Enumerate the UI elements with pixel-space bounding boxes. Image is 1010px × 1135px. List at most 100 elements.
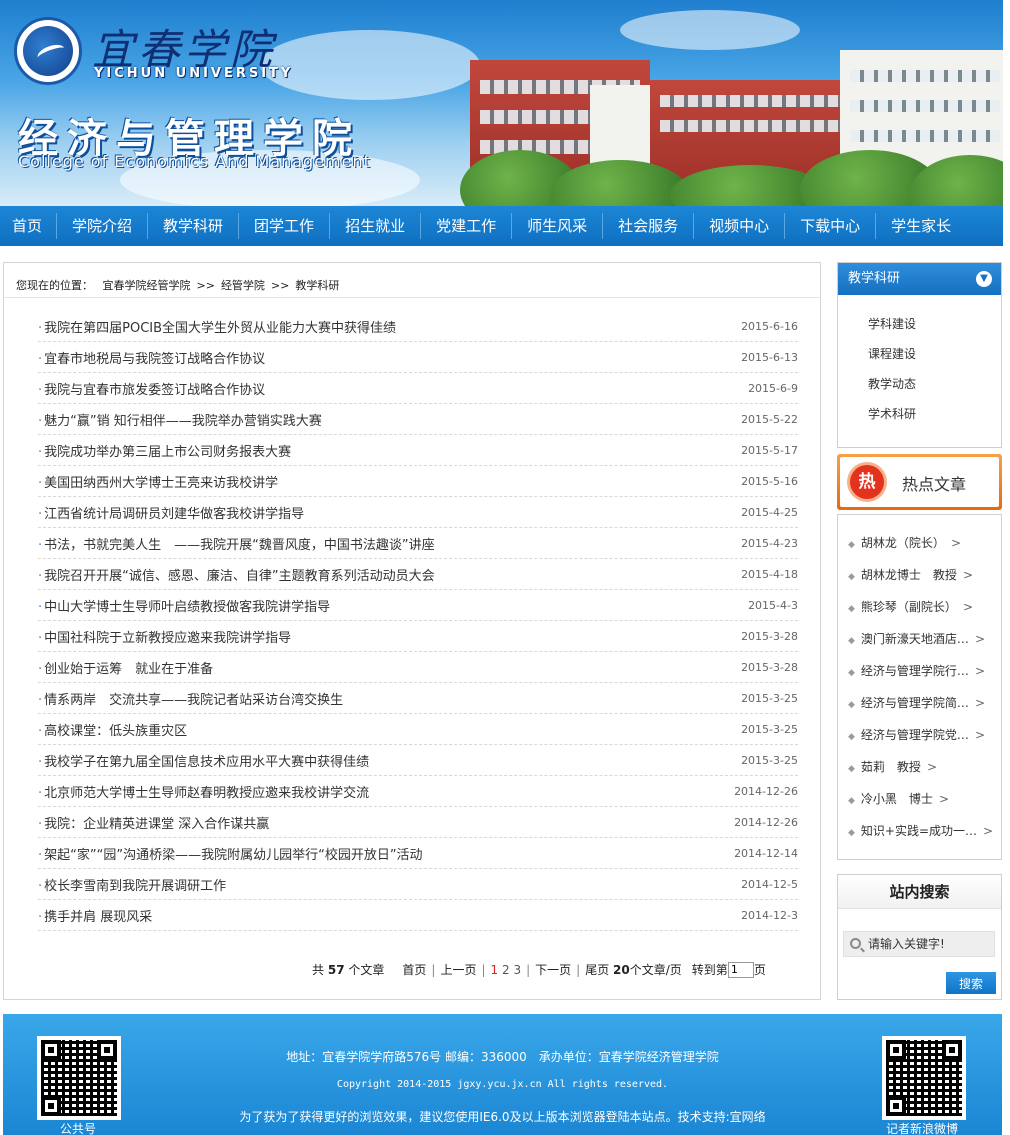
- list-item: 江西省统计局调研员刘建华做客我校讲学指导 2015-4-25: [38, 497, 798, 528]
- article-date: 2014-12-3: [741, 908, 798, 922]
- category-link[interactable]: 课程建设: [838, 339, 1001, 369]
- hot-article-item[interactable]: ◆ 胡林龙博士 教授 >: [838, 559, 1001, 591]
- article-link[interactable]: 我院：企业精英进课堂 深入合作谋共赢: [38, 813, 269, 832]
- site-search-panel: 站内搜索 搜索: [837, 874, 1002, 1000]
- breadcrumb-link-college[interactable]: 经管学院: [221, 279, 265, 292]
- nav-item-admission-employment[interactable]: 招生就业: [330, 206, 420, 246]
- article-date: 2015-4-3: [748, 598, 798, 612]
- article-link[interactable]: 我院与宜春市旅发委签订战略合作协议: [38, 379, 265, 398]
- hot-article-link[interactable]: 熊珍琴（副院长）: [861, 600, 957, 614]
- article-link[interactable]: 高校课堂：低头族重灾区: [38, 720, 187, 739]
- hot-badge-icon: 热: [850, 465, 884, 499]
- article-link[interactable]: 我校学子在第九届全国信息技术应用水平大赛中获得佳绩: [38, 751, 369, 770]
- nav-item-party-building[interactable]: 党建工作: [421, 206, 511, 246]
- university-logo-icon[interactable]: [14, 17, 82, 85]
- chevron-right-icon: >: [974, 728, 985, 742]
- nav-item-video-center[interactable]: 视频中心: [694, 206, 784, 246]
- article-link[interactable]: 架起“家”“园”沟通桥梁——我院附属幼儿园举行“校园开放日”活动: [38, 844, 422, 863]
- category-link[interactable]: 学术科研: [838, 399, 1001, 429]
- bullet-icon: ◆: [848, 636, 855, 646]
- pager-total-prefix: 共: [312, 963, 325, 977]
- hot-article-item[interactable]: ◆ 经济与管理学院党… >: [838, 719, 1001, 751]
- article-link[interactable]: 我院在第四届POCIB全国大学生外贸从业能力大赛中获得佳绩: [38, 317, 396, 336]
- nav-item-parents[interactable]: 学生家长: [876, 206, 966, 246]
- article-link[interactable]: 中山大学博士生导师叶启绩教授做客我院讲学指导: [38, 596, 330, 615]
- hot-article-item[interactable]: ◆ 冷小黑 博士 >: [838, 783, 1001, 815]
- category-link[interactable]: 教学动态: [838, 369, 1001, 399]
- article-link[interactable]: 我院召开开展“诚信、感恩、廉洁、自律”主题教育系列活动动员大会: [38, 565, 434, 584]
- article-link[interactable]: 宜春市地税局与我院签订战略合作协议: [38, 348, 265, 367]
- article-link[interactable]: 魅力“赢”销 知行相伴——我院举办营销实践大赛: [38, 410, 322, 429]
- nav-item-student-work[interactable]: 团学工作: [239, 206, 329, 246]
- article-link[interactable]: 我院成功举办第三届上市公司财务报表大赛: [38, 441, 291, 460]
- category-list: 学科建设 课程建设 教学动态 学术科研: [838, 295, 1001, 429]
- hot-article-link[interactable]: 胡林龙博士 教授: [861, 568, 957, 582]
- nav-item-social-service[interactable]: 社会服务: [603, 206, 693, 246]
- breadcrumb: 您现在的位置： 宜春学院经管学院 >> 经管学院 >> 教学科研: [16, 277, 345, 293]
- article-date: 2014-12-14: [734, 846, 798, 860]
- article-date: 2015-4-23: [741, 536, 798, 550]
- article-date: 2015-3-28: [741, 660, 798, 674]
- list-item: 情系两岸 交流共享——我院记者站采访台湾交换生 2015-3-25: [38, 683, 798, 714]
- hot-article-link[interactable]: 知识+实践=成功一…: [861, 824, 977, 838]
- nav-item-faculty-students[interactable]: 师生风采: [512, 206, 602, 246]
- pager-goto-suffix: 页: [753, 963, 766, 977]
- nav-item-home[interactable]: 首页: [0, 206, 56, 246]
- hot-article-item[interactable]: ◆ 熊珍琴（副院长） >: [838, 591, 1001, 623]
- article-link[interactable]: 携手并肩 展现风采: [38, 906, 152, 925]
- article-link[interactable]: 情系两岸 交流共享——我院记者站采访台湾交换生: [38, 689, 343, 708]
- pager-first-link[interactable]: 首页: [402, 961, 426, 978]
- hot-article-link[interactable]: 胡林龙（院长）: [861, 536, 945, 550]
- pager-page-2[interactable]: 2: [502, 963, 510, 977]
- hot-article-item[interactable]: ◆ 澳门新濠天地酒店… >: [838, 623, 1001, 655]
- hot-article-link[interactable]: 经济与管理学院行…: [861, 664, 969, 678]
- article-link[interactable]: 中国社科院于立新教授应邀来我院讲学指导: [38, 627, 291, 646]
- chevron-right-icon: >: [962, 568, 973, 582]
- breadcrumb-link-home[interactable]: 宜春学院经管学院: [103, 279, 191, 292]
- pager-page-3[interactable]: 3: [513, 963, 521, 977]
- list-item: 我院召开开展“诚信、感恩、廉洁、自律”主题教育系列活动动员大会 2015-4-18: [38, 559, 798, 590]
- hot-article-item[interactable]: ◆ 知识+实践=成功一… >: [838, 815, 1001, 847]
- hot-article-link[interactable]: 茹莉 教授: [861, 760, 921, 774]
- nav-item-about[interactable]: 学院介绍: [57, 206, 147, 246]
- article-link[interactable]: 北京师范大学博士生导师赵春明教授应邀来我校讲学交流: [38, 782, 369, 801]
- article-link[interactable]: 书法，书就完美人生 ——我院开展“魏晋风度，中国书法趣谈”讲座: [38, 534, 434, 553]
- hot-article-item[interactable]: ◆ 茹莉 教授 >: [838, 751, 1001, 783]
- pager-last-link[interactable]: 尾页: [585, 961, 609, 978]
- pager-prev-link[interactable]: 上一页: [440, 961, 476, 978]
- breadcrumb-link-current[interactable]: 教学科研: [295, 279, 339, 292]
- chevron-right-icon: >: [962, 600, 973, 614]
- chevron-right-icon: >: [974, 696, 985, 710]
- hot-article-item[interactable]: ◆ 经济与管理学院简… >: [838, 687, 1001, 719]
- article-link[interactable]: 创业始于运筹 就业在于准备: [38, 658, 213, 677]
- pager-page-1[interactable]: 1: [491, 963, 499, 977]
- hot-articles-title: 热点文章: [902, 475, 967, 494]
- bullet-icon: ◆: [848, 796, 855, 806]
- chevron-right-icon: >: [926, 760, 937, 774]
- hot-article-item[interactable]: ◆ 经济与管理学院行… >: [838, 655, 1001, 687]
- hot-article-link[interactable]: 冷小黑 博士: [861, 792, 933, 806]
- hot-article-link[interactable]: 澳门新濠天地酒店…: [861, 632, 969, 646]
- list-item: 创业始于运筹 就业在于准备 2015-3-28: [38, 652, 798, 683]
- nav-item-teaching-research[interactable]: 教学科研: [148, 206, 238, 246]
- site-banner: 宜春学院 YICHUN UNIVERSITY 经济与管理学院 College o…: [0, 0, 1003, 206]
- article-link[interactable]: 校长李雪南到我院开展调研工作: [38, 875, 226, 894]
- search-field[interactable]: [843, 931, 995, 957]
- chevron-down-icon[interactable]: ▼: [976, 271, 992, 287]
- search-button[interactable]: 搜索: [946, 972, 996, 994]
- pager-total-suffix: 个文章: [348, 963, 385, 977]
- article-link[interactable]: 江西省统计局调研员刘建华做客我校讲学指导: [38, 503, 304, 522]
- list-item: 携手并肩 展现风采 2014-12-3: [38, 900, 798, 931]
- divider: [4, 297, 820, 298]
- search-input[interactable]: [868, 935, 990, 953]
- pager-goto-input[interactable]: [727, 961, 754, 978]
- hot-article-link[interactable]: 经济与管理学院党…: [861, 728, 969, 742]
- hot-article-link[interactable]: 经济与管理学院简…: [861, 696, 969, 710]
- nav-item-download-center[interactable]: 下载中心: [785, 206, 875, 246]
- hot-article-item[interactable]: ◆ 胡林龙（院长） >: [838, 527, 1001, 559]
- list-item: 我院成功举办第三届上市公司财务报表大赛 2015-5-17: [38, 435, 798, 466]
- breadcrumb-label: 您现在的位置：: [16, 279, 93, 292]
- category-link[interactable]: 学科建设: [838, 309, 1001, 339]
- pager-next-link[interactable]: 下一页: [535, 961, 571, 978]
- article-link[interactable]: 美国田纳西州大学博士王亮来访我校讲学: [38, 472, 278, 491]
